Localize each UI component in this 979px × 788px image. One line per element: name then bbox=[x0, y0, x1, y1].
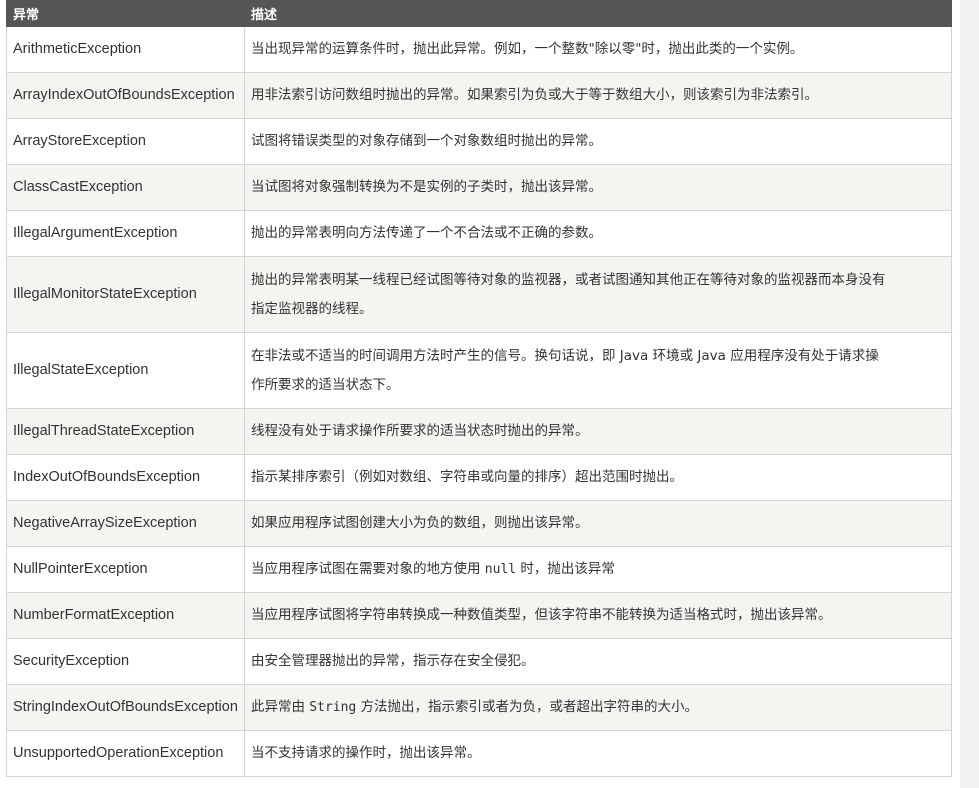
table-row: NegativeArraySizeException 如果应用程序试图创建大小为… bbox=[6, 500, 952, 547]
exception-name: SecurityException bbox=[6, 638, 245, 685]
table-row: ArithmeticException 当出现异常的运算条件时，抛出此异常。例如… bbox=[6, 26, 952, 73]
exception-name: NegativeArraySizeException bbox=[6, 500, 245, 547]
exception-name: ArrayIndexOutOfBoundsException bbox=[6, 72, 245, 119]
exception-description: 此异常由 String 方法抛出，指示索引或者为负，或者超出字符串的大小。 bbox=[244, 684, 952, 731]
description-text: 方法抛出，指示索引或者为负，或者超出字符串的大小。 bbox=[356, 699, 699, 715]
description-text: 当应用程序试图在需要对象的地方使用 bbox=[251, 561, 485, 577]
exception-description: 由安全管理器抛出的异常，指示存在安全侵犯。 bbox=[244, 638, 952, 685]
exception-description: 当出现异常的运算条件时，抛出此异常。例如，一个整数"除以零"时，抛出此类的一个实… bbox=[244, 26, 952, 73]
table-row: IllegalArgumentException 抛出的异常表明向方法传递了一个… bbox=[6, 210, 952, 257]
exception-description: 指示某排序索引（例如对数组、字符串或向量的排序）超出范围时抛出。 bbox=[244, 454, 952, 501]
description-line: 在非法或不适当的时间调用方法时产生的信号。换句话说，即 Java 环境或 Jav… bbox=[251, 347, 879, 364]
exception-name: IllegalThreadStateException bbox=[6, 408, 245, 455]
table-row: IllegalStateException 在非法或不适当的时间调用方法时产生的… bbox=[6, 332, 952, 409]
table-row: NumberFormatException 当应用程序试图将字符串转换成一种数值… bbox=[6, 592, 952, 639]
exception-name: ArrayStoreException bbox=[6, 118, 245, 165]
exception-name: IllegalMonitorStateException bbox=[6, 256, 245, 333]
exception-name: ClassCastException bbox=[6, 164, 245, 211]
exception-name: IndexOutOfBoundsException bbox=[6, 454, 245, 501]
exception-description: 当不支持请求的操作时，抛出该异常。 bbox=[244, 730, 952, 777]
exception-table: 异常 描述 ArithmeticException 当出现异常的运算条件时，抛出… bbox=[6, 0, 952, 777]
table-row: IllegalThreadStateException 线程没有处于请求操作所要… bbox=[6, 408, 952, 455]
table-row: SecurityException 由安全管理器抛出的异常，指示存在安全侵犯。 bbox=[6, 638, 952, 685]
exception-description: 在非法或不适当的时间调用方法时产生的信号。换句话说，即 Java 环境或 Jav… bbox=[244, 332, 952, 409]
inline-code: null bbox=[484, 562, 517, 577]
exception-name: IllegalArgumentException bbox=[6, 210, 245, 257]
description-line: 指定监视器的线程。 bbox=[251, 300, 373, 317]
table-row: ClassCastException 当试图将对象强制转换为不是实例的子类时，抛… bbox=[6, 164, 952, 211]
exception-description: 当试图将对象强制转换为不是实例的子类时，抛出该异常。 bbox=[244, 164, 952, 211]
exception-name: NullPointerException bbox=[6, 546, 245, 593]
header-exception: 异常 bbox=[6, 0, 245, 27]
exception-description: 当应用程序试图在需要对象的地方使用 null 时，抛出该异常 bbox=[244, 546, 952, 593]
table-row: ArrayStoreException 试图将错误类型的对象存储到一个对象数组时… bbox=[6, 118, 952, 165]
table-row: IllegalMonitorStateException 抛出的异常表明某一线程… bbox=[6, 256, 952, 333]
table-row: UnsupportedOperationException 当不支持请求的操作时… bbox=[6, 730, 952, 777]
exception-name: NumberFormatException bbox=[6, 592, 245, 639]
table-header-row: 异常 描述 bbox=[6, 0, 952, 27]
inline-code: String bbox=[309, 700, 357, 715]
description-text: 此异常由 bbox=[251, 699, 310, 715]
exception-description: 抛出的异常表明向方法传递了一个不合法或不正确的参数。 bbox=[244, 210, 952, 257]
table-row: NullPointerException 当应用程序试图在需要对象的地方使用 n… bbox=[6, 546, 952, 593]
exception-description: 试图将错误类型的对象存储到一个对象数组时抛出的异常。 bbox=[244, 118, 952, 165]
exception-description: 线程没有处于请求操作所要求的适当状态时抛出的异常。 bbox=[244, 408, 952, 455]
exception-description: 用非法索引访问数组时抛出的异常。如果索引为负或大于等于数组大小，则该索引为非法索… bbox=[244, 72, 952, 119]
exception-table-container: 异常 描述 ArithmeticException 当出现异常的运算条件时，抛出… bbox=[6, 0, 952, 777]
page: 异常 描述 ArithmeticException 当出现异常的运算条件时，抛出… bbox=[0, 0, 979, 788]
exception-description: 抛出的异常表明某一线程已经试图等待对象的监视器，或者试图通知其他正在等待对象的监… bbox=[244, 256, 952, 333]
exception-name: ArithmeticException bbox=[6, 26, 245, 73]
header-description: 描述 bbox=[244, 0, 952, 27]
table-row: IndexOutOfBoundsException 指示某排序索引（例如对数组、… bbox=[6, 454, 952, 501]
table-row: ArrayIndexOutOfBoundsException 用非法索引访问数组… bbox=[6, 72, 952, 119]
exception-description: 如果应用程序试图创建大小为负的数组，则抛出该异常。 bbox=[244, 500, 952, 547]
description-text: 时，抛出该异常 bbox=[516, 561, 615, 577]
table-row: StringIndexOutOfBoundsException 此异常由 Str… bbox=[6, 684, 952, 731]
scrollbar-track[interactable] bbox=[960, 0, 979, 788]
exception-description: 当应用程序试图将字符串转换成一种数值类型，但该字符串不能转换为适当格式时，抛出该… bbox=[244, 592, 952, 639]
exception-name: StringIndexOutOfBoundsException bbox=[6, 684, 245, 731]
description-line: 作所要求的适当状态下。 bbox=[251, 376, 400, 393]
exception-name: UnsupportedOperationException bbox=[6, 730, 245, 777]
description-line: 抛出的异常表明某一线程已经试图等待对象的监视器，或者试图通知其他正在等待对象的监… bbox=[251, 271, 886, 288]
exception-name: IllegalStateException bbox=[6, 332, 245, 409]
